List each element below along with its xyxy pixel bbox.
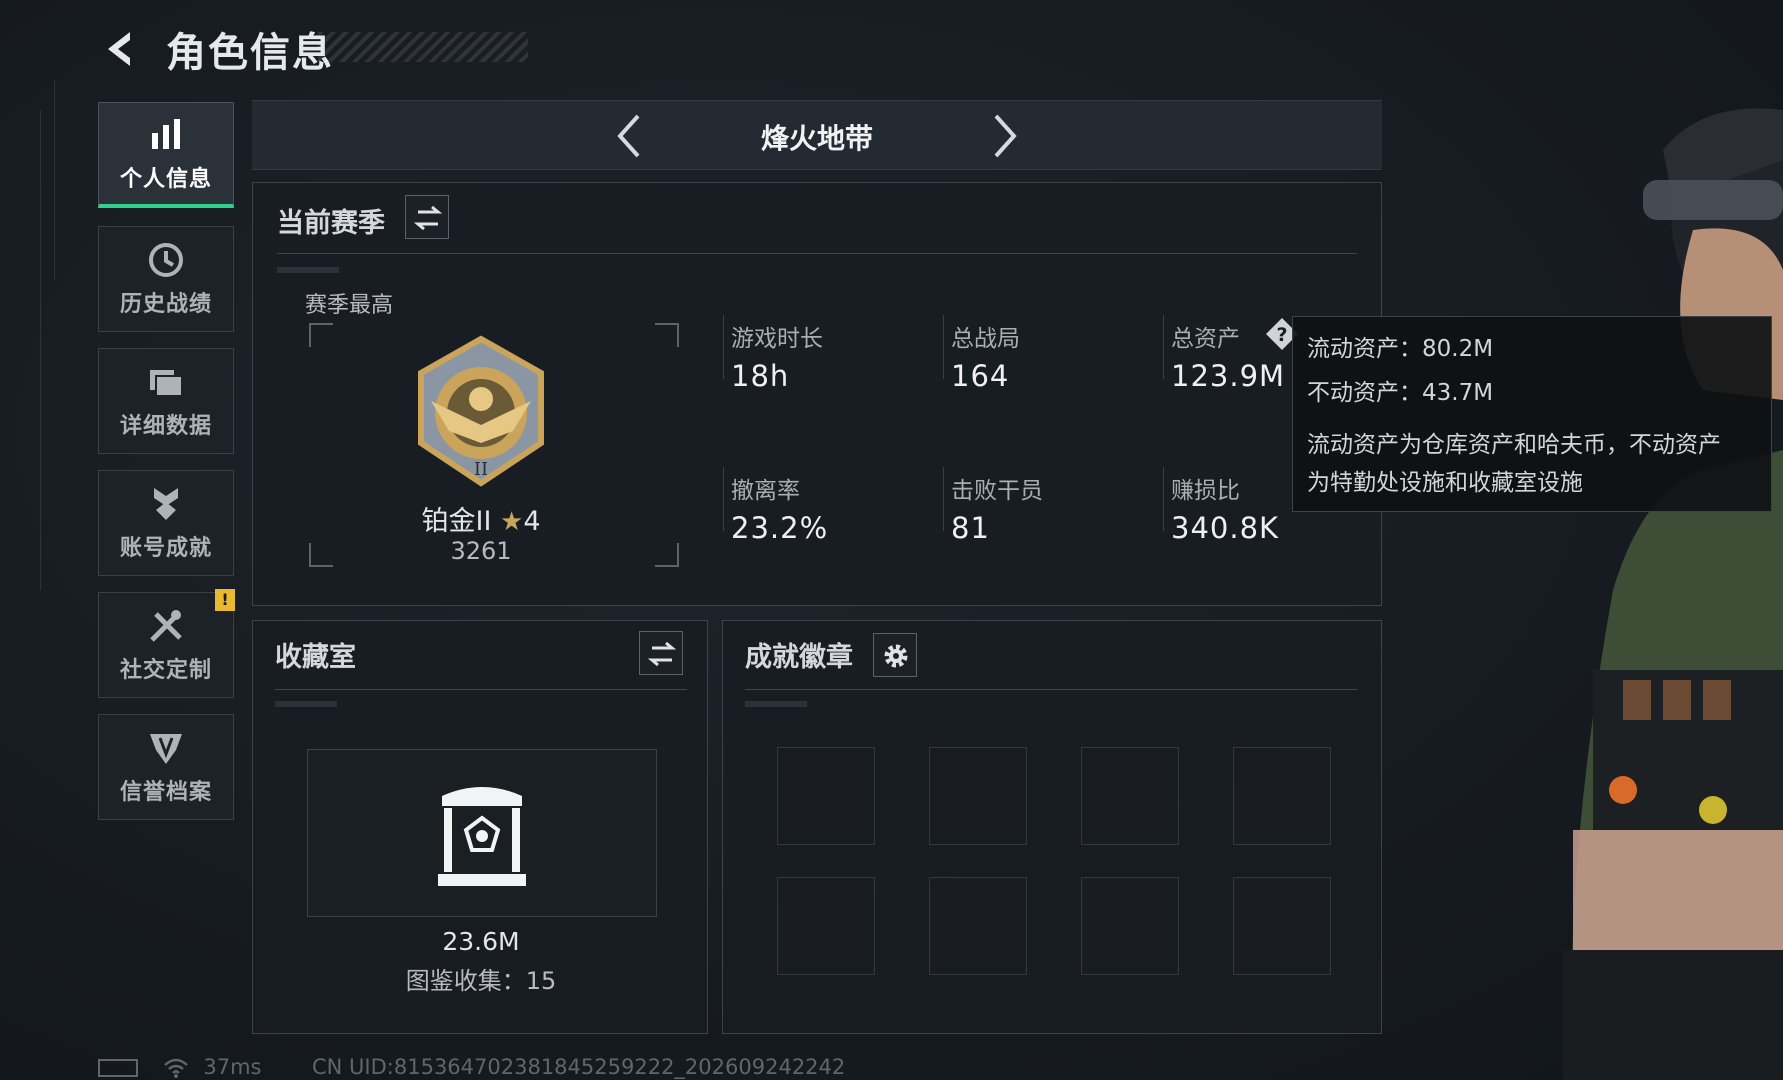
sidebar-item-detailed-data[interactable]: 详细数据 [98,348,234,454]
chevron-right-icon[interactable] [990,113,1020,159]
character-portrait [1563,108,1783,1080]
sidebar-item-label: 社交定制 [119,658,212,683]
sidebar-item-achievements[interactable]: 账号成就 [98,470,234,576]
player-uid: CN UID:815364702381845259222_20260924224… [312,1055,846,1079]
badge-slot[interactable] [1081,877,1179,975]
sidebar-item-label: 详细数据 [119,414,212,439]
mode-selector: 烽火地带 [252,100,1382,170]
rank-name: 铂金II [421,506,492,537]
latency: 37ms [203,1055,262,1079]
stat-value-profit-loss: 340.8K [1171,511,1280,545]
battery-icon [98,1059,138,1077]
stat-value-playtime: 18h [731,359,790,393]
badge-slot[interactable] [1233,747,1331,845]
collection-title: 收藏室 [275,642,356,673]
sidebar-item-label: 账号成就 [119,536,212,561]
achievement-icon [154,488,178,520]
stat-value-extract-rate: 23.2% [731,511,829,545]
season-swap-button[interactable] [405,195,449,239]
rank-line: 铂金II ★4 [253,499,709,538]
stat-value-total-matches: 164 [951,359,1010,393]
collection-showcase[interactable] [307,749,657,917]
folder-icon [150,370,183,397]
stat-label-total-assets: 总资产 [1171,326,1240,352]
stat-label-profit-loss: 赚损比 [1171,478,1240,504]
svg-text:II: II [474,459,488,480]
collection-swap-button[interactable] [639,631,683,675]
badge-slot[interactable] [929,877,1027,975]
badge-slot[interactable] [929,747,1027,845]
gear-icon [884,644,908,668]
collection-panel: 收藏室 23.6M 图鉴收集：15 [252,620,708,1034]
collection-value: 23.6M [442,927,520,956]
mode-name: 烽火地带 [760,122,873,155]
sidebar-item-label: 信誉档案 [119,780,212,805]
season-panel: 当前赛季 赛季最高 II 铂金II ★4 3261 游戏时长 18h 总战局 1… [252,182,1382,606]
warning-badge: ! [215,589,235,611]
badges-title: 成就徽章 [745,642,853,673]
back-arrow-icon[interactable] [100,28,142,70]
sidebar-item-social-custom[interactable]: 社交定制 ! [98,589,235,698]
sidebar-item-label: 个人信息 [119,166,212,192]
badges-settings-button[interactable] [873,633,917,677]
tooltip-liquid-assets: 流动资产：80.2M [1307,336,1494,362]
title-decoration [318,32,528,62]
stat-value-kills: 81 [951,511,990,545]
stat-label-total-matches: 总战局 [951,326,1020,352]
clock-icon [149,243,183,277]
stat-label-extract-rate: 撤离率 [731,478,800,504]
shield-icon [150,734,182,764]
tooltip-description-line2: 为特勤处设施和收藏室设施 [1307,470,1583,496]
stat-label-playtime: 游戏时长 [731,326,823,352]
swap-icon [413,205,443,231]
stat-value-total-assets: 123.9M [1171,359,1286,393]
sidebar-item-label: 历史战绩 [119,292,212,317]
sidebar-item-history[interactable]: 历史战绩 [98,226,234,332]
rank-stars: 4 [523,506,541,537]
badge-slot[interactable] [777,877,875,975]
sidebar-item-personal-info[interactable]: 个人信息 [98,102,234,208]
assets-tooltip: 流动资产：80.2M 不动资产：43.7M 流动资产为仓库资产和哈夫币，不动资产… [1292,316,1772,512]
svg-text:?: ? [1276,324,1287,346]
rank-emblem-icon: II [418,335,544,487]
rank-score: 3261 [450,537,512,565]
season-best-label: 赛季最高 [305,293,394,318]
sidebar-item-credit-record[interactable]: 信誉档案 [98,714,234,820]
bar-chart-icon [152,118,180,149]
badges-panel: 成就徽章 [722,620,1382,1034]
badge-slot[interactable] [1233,877,1331,975]
tooltip-fixed-assets: 不动资产：43.7M [1307,380,1494,406]
collection-catalog: 图鉴收集：15 [405,967,557,995]
page-title: 角色信息 [166,30,334,76]
tooltip-description-line1: 流动资产为仓库资产和哈夫币，不动资产 [1307,432,1721,458]
badge-slot[interactable] [1081,747,1179,845]
wifi-icon [163,1058,188,1078]
badge-slot[interactable] [777,747,875,845]
network-status: 37ms [98,1055,262,1079]
collection-cabinet-icon [438,787,526,886]
stat-label-kills: 击败干员 [951,478,1043,504]
tools-icon [150,610,182,642]
swap-icon [647,641,677,667]
season-title: 当前赛季 [277,208,385,239]
star-icon: ★ [500,507,524,537]
